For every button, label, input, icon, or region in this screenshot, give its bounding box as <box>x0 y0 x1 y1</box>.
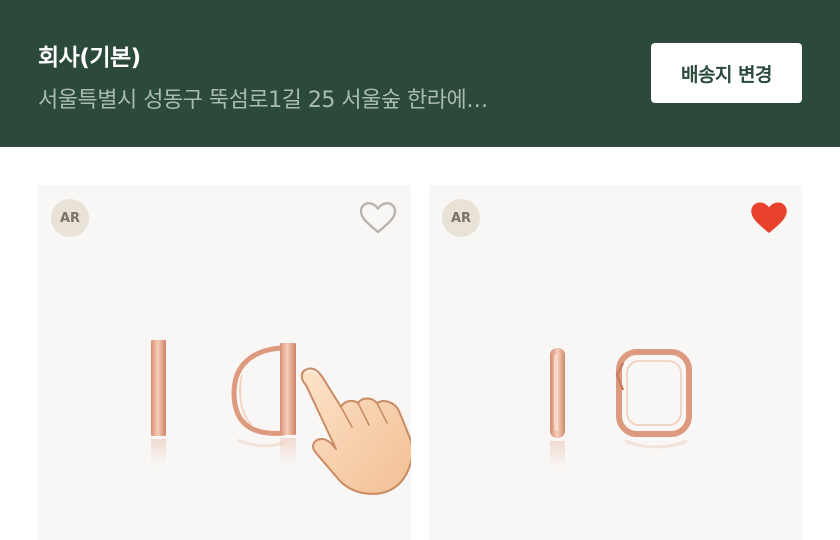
change-address-button[interactable]: 배송지 변경 <box>651 43 802 103</box>
delivery-address-bar: 회사(기본) 서울특별시 성동구 뚝섬로1길 25 서울숲 한라에… 배송지 변… <box>0 0 840 147</box>
product-image[interactable] <box>429 185 802 540</box>
ar-badge[interactable]: AR <box>51 199 89 237</box>
ar-badge[interactable]: AR <box>442 199 480 237</box>
heart-filled-icon[interactable] <box>750 201 788 235</box>
product-card[interactable]: AR <box>429 185 802 540</box>
product-image[interactable] <box>38 185 411 540</box>
tap-hand-icon <box>300 367 411 495</box>
heart-outline-icon[interactable] <box>359 201 397 235</box>
address-label: 회사(기본) <box>38 45 141 71</box>
square-hoop-earrings-image <box>550 348 692 467</box>
bar-hoop-earrings-image <box>151 340 411 495</box>
product-card[interactable]: AR <box>38 185 411 540</box>
address-text: 서울특별시 성동구 뚝섬로1길 25 서울숲 한라에… <box>38 88 488 113</box>
